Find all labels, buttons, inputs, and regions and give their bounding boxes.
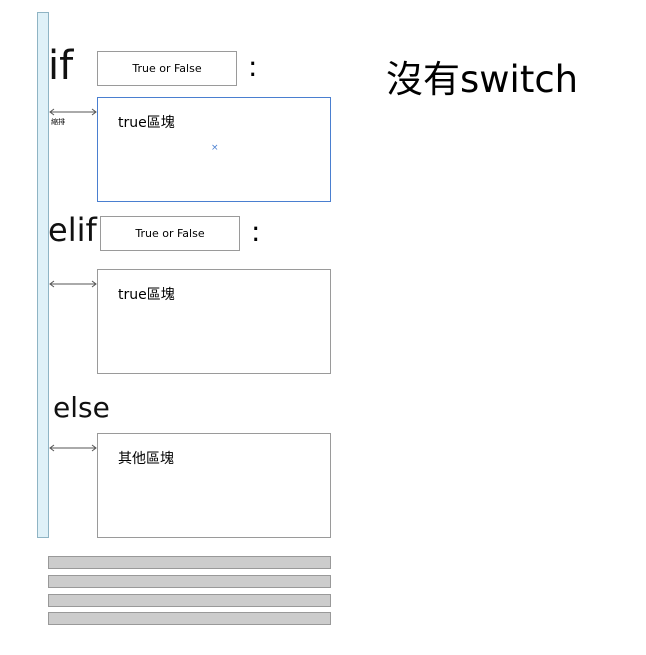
if-keyword: if <box>48 43 74 89</box>
elif-condition-box[interactable]: True or False <box>100 216 240 251</box>
no-switch-title: 沒有switch <box>386 58 579 101</box>
indent-label: 縮排 <box>51 118 65 126</box>
else-body-label: 其他區塊 <box>118 451 174 467</box>
placeholder-bar <box>48 575 331 588</box>
else-keyword: else <box>53 391 110 424</box>
placeholder-bar <box>48 612 331 625</box>
else-body-block[interactable]: 其他區塊 <box>97 433 331 538</box>
elif-colon: : <box>251 215 261 248</box>
elif-body-label: true區塊 <box>118 287 175 303</box>
indent-arrow-if <box>48 107 98 117</box>
elif-body-block[interactable]: true區塊 <box>97 269 331 374</box>
indent-guide-bar <box>37 12 49 538</box>
placeholder-bar <box>48 556 331 569</box>
placeholder-bar <box>48 594 331 607</box>
if-body-block[interactable]: true區塊 × <box>97 97 331 202</box>
elif-keyword: elif <box>48 211 97 249</box>
if-condition-box[interactable]: True or False <box>97 51 237 86</box>
indent-arrow-else <box>48 443 98 453</box>
if-colon: : <box>248 50 258 83</box>
if-body-label: true區塊 <box>118 115 175 131</box>
selection-marker: × <box>211 143 219 153</box>
indent-arrow-elif <box>48 279 98 289</box>
